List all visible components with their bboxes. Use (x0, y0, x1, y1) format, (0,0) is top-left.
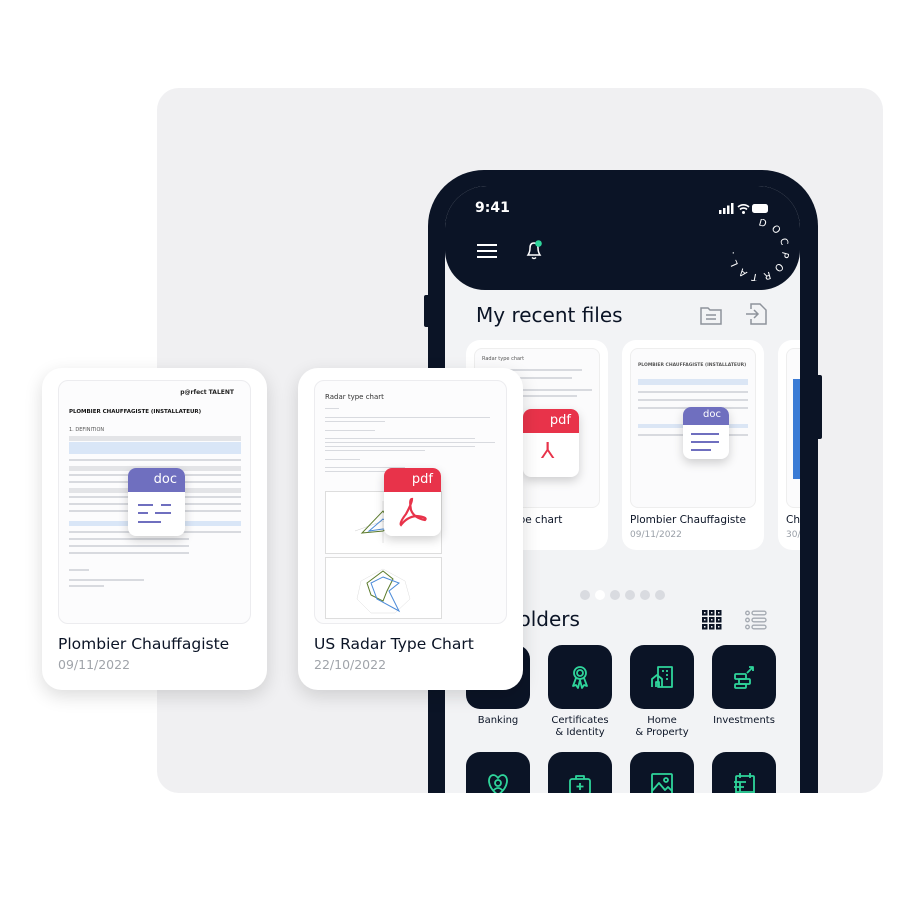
folder-tile[interactable] (630, 645, 694, 709)
recent-files-title: My recent files (476, 303, 623, 327)
image-icon (651, 773, 673, 793)
doc-badge-icon: doc (683, 407, 729, 459)
folder-item-8[interactable] (712, 752, 786, 793)
file-date: 22/10/2022 (314, 657, 387, 672)
file-date: 09/11/2022 (630, 530, 682, 540)
import-file-icon[interactable] (745, 303, 767, 325)
investment-icon (734, 666, 754, 689)
folder-icon[interactable] (700, 305, 722, 325)
page-dot[interactable] (625, 590, 635, 600)
folder-item-7[interactable] (630, 752, 704, 793)
folder-label: Home & Property (635, 715, 689, 738)
page-dot[interactable] (655, 590, 665, 600)
page-dot[interactable] (610, 590, 620, 600)
folder-label: Certificates & Identity (551, 715, 609, 738)
file-name: Plombier Chauffagiste (630, 514, 746, 526)
page-dot[interactable] (580, 590, 590, 600)
recent-file-card[interactable]: Ch 30/ (778, 340, 800, 550)
folder-tile[interactable] (466, 752, 530, 793)
folder-label: Banking (477, 715, 519, 726)
folder-tile[interactable] (630, 752, 694, 793)
file-preview (786, 348, 800, 508)
medical-kit-icon (569, 775, 591, 793)
grid-view-icon[interactable] (702, 610, 722, 630)
heart-person-icon (488, 774, 508, 793)
file-card-radar[interactable]: Radar type chart pdf US Radar Type Chart… (298, 368, 523, 690)
file-name: Plombier Chauffagiste (58, 635, 230, 653)
folder-tile[interactable] (712, 752, 776, 793)
doc-badge-icon: doc (128, 468, 185, 536)
folder-item-5[interactable] (466, 752, 540, 793)
folder-tile[interactable] (548, 752, 612, 793)
award-icon (572, 666, 588, 689)
folder-tile[interactable] (712, 645, 776, 709)
building-icon (651, 666, 673, 688)
notification-bell-icon[interactable] (523, 239, 545, 261)
pdf-badge-icon: pdf ⅄ (523, 409, 579, 477)
docportal-logo: DOCPORTAL. (727, 219, 789, 281)
status-icons (719, 203, 768, 214)
page-dot-active[interactable] (595, 590, 605, 600)
status-time: 9:41 (475, 200, 510, 216)
preview-section: 1. DEFINITION (69, 427, 105, 433)
app-header: 9:41 DOCPORTAL. (445, 186, 800, 290)
pdf-badge-icon: pdf (384, 468, 441, 536)
file-date: 30/ (786, 530, 800, 540)
preview-heading: PLOMBIER CHAUFFAGISTE (INSTALLATEUR) (69, 409, 202, 415)
preview-heading: PLOMBIER CHAUFFAGISTE (INSTALLATEUR) (638, 363, 747, 368)
folder-label: Investments (713, 715, 775, 726)
recent-file-card[interactable]: PLOMBIER CHAUFFAGISTE (INSTALLATEUR) doc… (622, 340, 764, 550)
file-card-plombier[interactable]: p@rfect TALENT PLOMBIER CHAUFFAGISTE (IN… (42, 368, 267, 690)
menu-icon[interactable] (477, 244, 497, 258)
folder-investments[interactable]: Investments (712, 645, 786, 727)
file-preview: PLOMBIER CHAUFFAGISTE (INSTALLATEUR) doc (630, 348, 756, 508)
file-date: 09/11/2022 (58, 657, 131, 672)
folder-certificates[interactable]: Certificates & Identity (548, 645, 622, 739)
preview-heading: Radar type chart (325, 393, 384, 401)
folder-tile[interactable] (548, 645, 612, 709)
preview-heading: Radar type chart (482, 356, 525, 362)
file-name: US Radar Type Chart (314, 635, 474, 653)
svg-text:DOCPORTAL.: DOCPORTAL. (727, 219, 789, 281)
calendar-icon (734, 773, 755, 793)
page-dot[interactable] (640, 590, 650, 600)
list-view-icon[interactable] (745, 610, 767, 630)
folder-item-6[interactable] (548, 752, 622, 793)
file-name: Ch (786, 514, 800, 526)
folder-home[interactable]: Home & Property (630, 645, 704, 739)
brand-logo: p@rfect TALENT (180, 389, 234, 396)
